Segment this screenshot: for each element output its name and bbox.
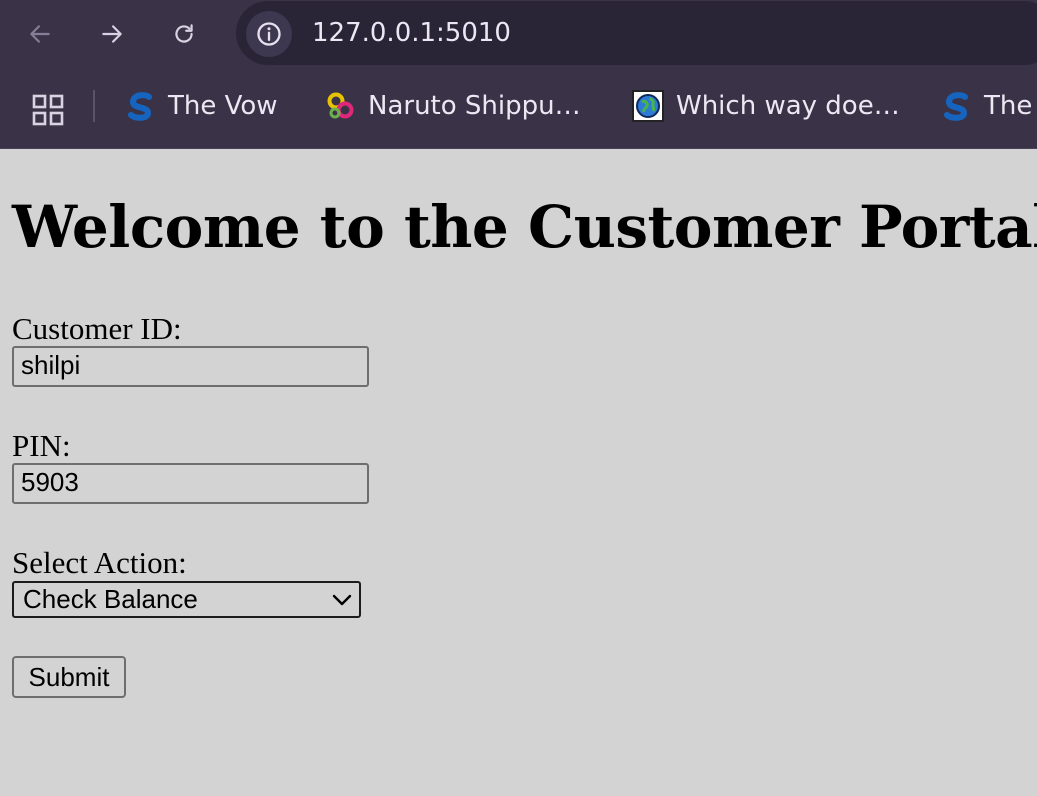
pin-input[interactable]: 5903	[12, 463, 369, 504]
submit-button[interactable]: Submit	[12, 656, 126, 698]
arrow-left-icon	[30, 25, 50, 43]
action-label: Select Action:	[12, 545, 187, 580]
bookmark-item[interactable]: The Vow	[124, 86, 278, 126]
pin-label: PIN:	[12, 428, 71, 463]
s-logo-icon	[124, 90, 156, 122]
bookmarks-bar: The Vow Naruto Shippu… Which way doe… Th…	[0, 68, 1037, 149]
bookmark-item[interactable]: The	[940, 86, 1032, 126]
chevron-down-icon	[332, 594, 352, 606]
apps-grid-icon	[32, 94, 64, 126]
arrow-right-icon	[102, 25, 122, 43]
bookmark-item[interactable]: Naruto Shippu…	[324, 86, 581, 126]
bookmark-label: Naruto Shippu…	[368, 91, 581, 121]
reload-icon	[175, 24, 193, 43]
globe-icon	[632, 90, 664, 122]
reload-button[interactable]	[164, 14, 204, 54]
url-text[interactable]: 127.0.0.1:5010	[312, 18, 511, 48]
bookmark-label: The Vow	[168, 91, 278, 121]
customer-id-label: Customer ID:	[12, 311, 182, 346]
forward-button[interactable]	[92, 14, 132, 54]
browser-toolbar: 127.0.0.1:5010	[0, 0, 1037, 68]
browser-chrome: 127.0.0.1:5010 The Vow Naruto Shippu… Wh…	[0, 0, 1037, 149]
customer-id-input[interactable]: shilpi	[12, 346, 369, 387]
bookmark-label: Which way doe…	[676, 91, 900, 121]
info-icon	[257, 22, 281, 46]
apps-button[interactable]	[30, 92, 66, 128]
page-title: Welcome to the Customer Portal	[12, 193, 1037, 261]
action-select[interactable]: Check Balance	[12, 581, 361, 618]
bookmarks-divider	[93, 90, 95, 122]
page-content: Welcome to the Customer Portal Customer …	[0, 149, 1037, 796]
action-select-value: Check Balance	[23, 584, 198, 614]
chain-link-icon	[324, 90, 356, 122]
back-button[interactable]	[20, 14, 60, 54]
bookmark-label: The	[984, 91, 1033, 121]
bookmark-item[interactable]: Which way doe…	[632, 86, 900, 126]
address-bar[interactable]: 127.0.0.1:5010	[236, 1, 1037, 65]
site-info-button[interactable]	[246, 11, 292, 57]
s-logo-icon	[940, 90, 972, 122]
